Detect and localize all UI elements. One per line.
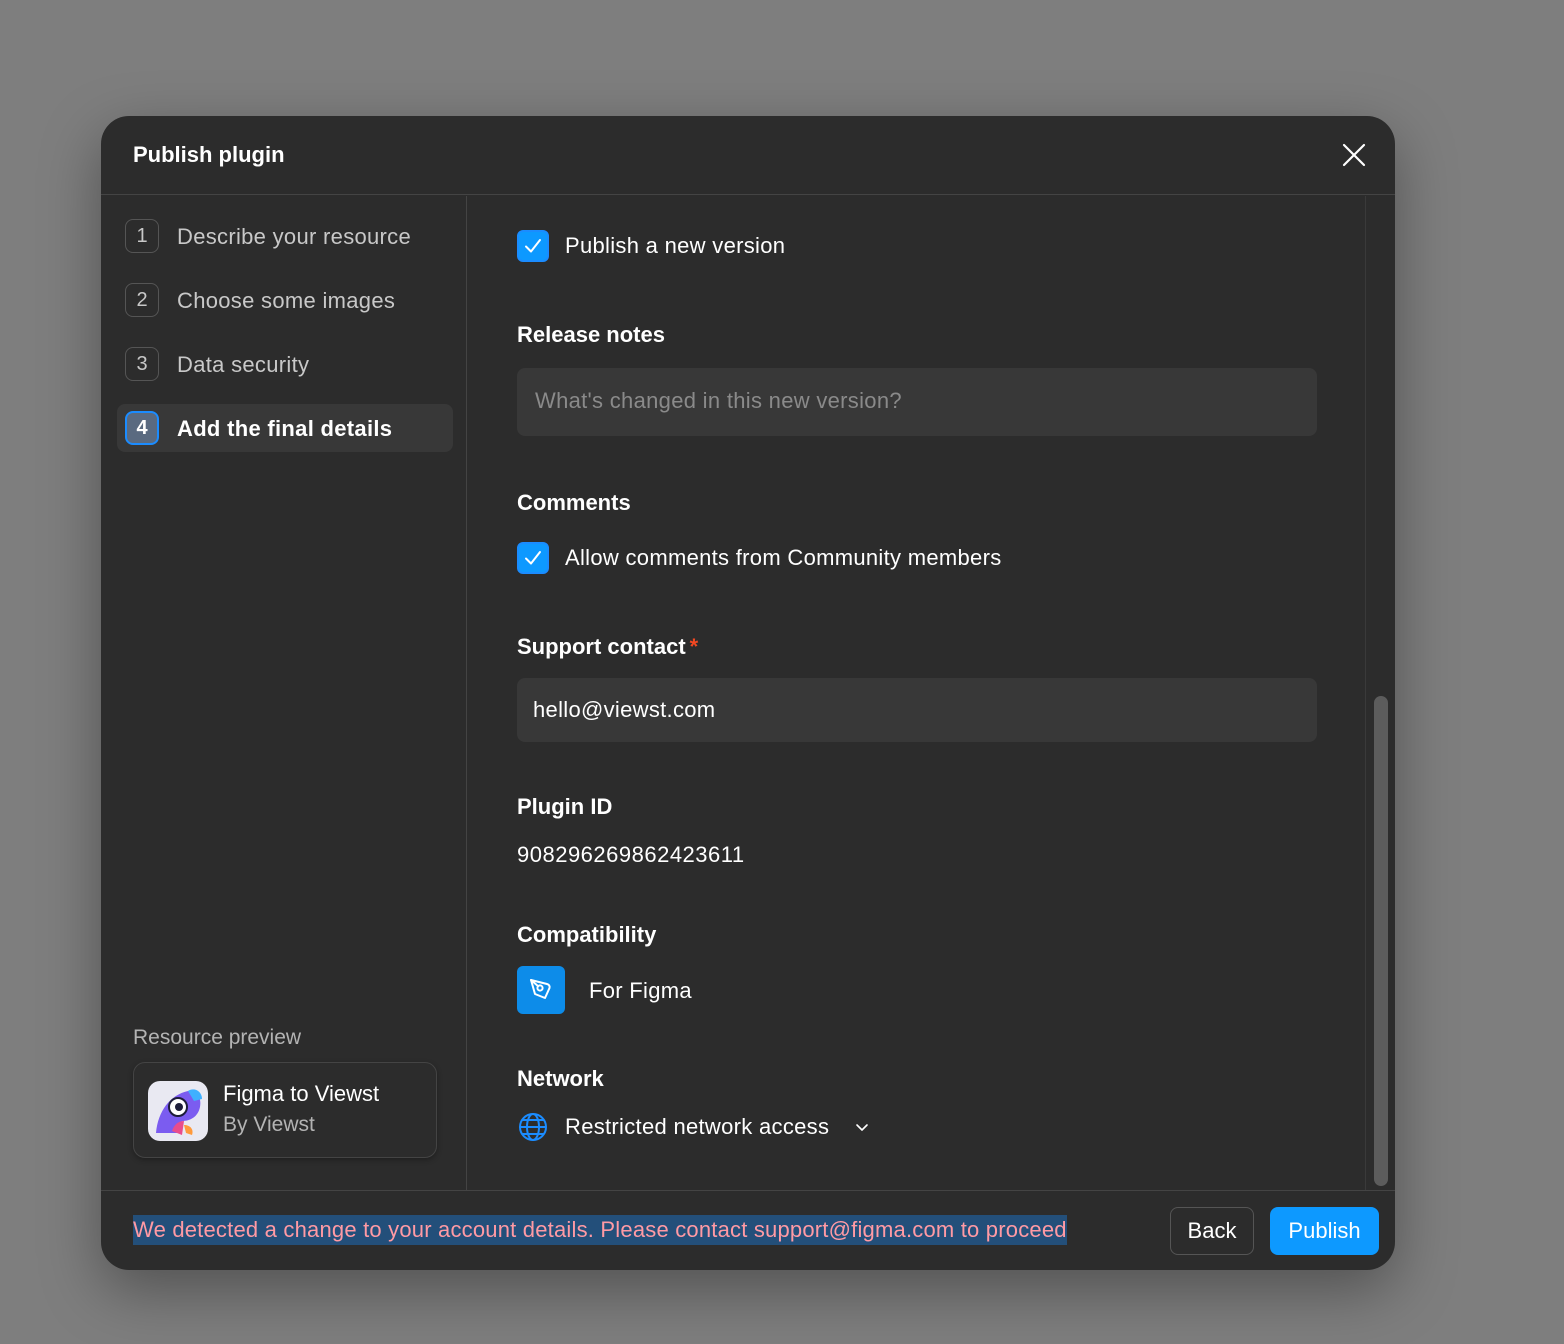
- step-label: Add the final details: [177, 416, 393, 441]
- network-label: Network: [517, 1066, 604, 1091]
- plugin-logo-icon: [148, 1081, 208, 1141]
- publish-plugin-modal: Publish plugin 1 Describe your resource …: [101, 116, 1395, 1270]
- steps-sidebar: 1 Describe your resource 2 Choose some i…: [101, 196, 467, 1190]
- support-contact-label-text: Support contact: [517, 634, 686, 659]
- plugin-id-label: Plugin ID: [517, 794, 613, 819]
- plugin-id-value: 908296269862423611: [517, 842, 745, 867]
- details-form: Publish a new version Release notes Comm…: [468, 196, 1365, 1190]
- allow-comments-label: Allow comments from Community members: [565, 545, 1002, 570]
- step-number: 1: [125, 219, 159, 253]
- resource-preview-card: Figma to Viewst By Viewst: [133, 1062, 437, 1158]
- step-number: 2: [125, 283, 159, 317]
- figma-pen-icon: [517, 966, 565, 1014]
- step-label: Choose some images: [177, 288, 396, 313]
- support-contact-label: Support contact *: [517, 634, 698, 660]
- step-label: Data security: [177, 352, 310, 377]
- back-button[interactable]: Back: [1170, 1207, 1254, 1255]
- preview-plugin-author: By Viewst: [223, 1113, 315, 1136]
- scrollbar-track[interactable]: [1365, 196, 1395, 1190]
- globe-icon: [519, 1113, 547, 1141]
- step-label: Describe your resource: [177, 224, 412, 249]
- comments-label: Comments: [517, 490, 631, 515]
- modal-footer: We detected a change to your account det…: [101, 1190, 1395, 1270]
- resource-preview-label: Resource preview: [133, 1026, 302, 1049]
- release-notes-label: Release notes: [517, 322, 665, 347]
- allow-comments-checkbox[interactable]: [517, 542, 549, 574]
- support-contact-input[interactable]: [517, 678, 1317, 742]
- scrollbar-thumb[interactable]: [1374, 696, 1388, 1186]
- step-number: 3: [125, 347, 159, 381]
- chevron-down-icon: [856, 1124, 868, 1131]
- publish-new-version-label: Publish a new version: [565, 233, 786, 258]
- modal-title: Publish plugin: [133, 142, 285, 167]
- step-number: 4: [125, 411, 159, 445]
- step-data-security[interactable]: 3 Data security: [117, 340, 453, 388]
- release-notes-input[interactable]: [517, 368, 1317, 436]
- network-access-value: Restricted network access: [565, 1114, 830, 1139]
- modal-header: Publish plugin: [101, 116, 1395, 195]
- close-button[interactable]: [1339, 140, 1369, 170]
- step-describe-resource[interactable]: 1 Describe your resource: [117, 212, 453, 260]
- check-icon: [525, 551, 541, 565]
- close-icon: [1342, 143, 1366, 167]
- preview-plugin-name: Figma to Viewst: [223, 1081, 380, 1106]
- step-final-details[interactable]: 4 Add the final details: [117, 404, 453, 452]
- clipped-section-heading: [517, 196, 523, 210]
- publish-button[interactable]: Publish: [1270, 1207, 1379, 1255]
- required-asterisk: *: [689, 634, 699, 659]
- compatibility-label: Compatibility: [517, 922, 657, 947]
- account-warning-message: We detected a change to your account det…: [133, 1215, 1067, 1245]
- compatibility-value: For Figma: [589, 978, 692, 1003]
- publish-new-version-checkbox[interactable]: [517, 230, 549, 262]
- step-choose-images[interactable]: 2 Choose some images: [117, 276, 453, 324]
- check-icon: [525, 239, 541, 253]
